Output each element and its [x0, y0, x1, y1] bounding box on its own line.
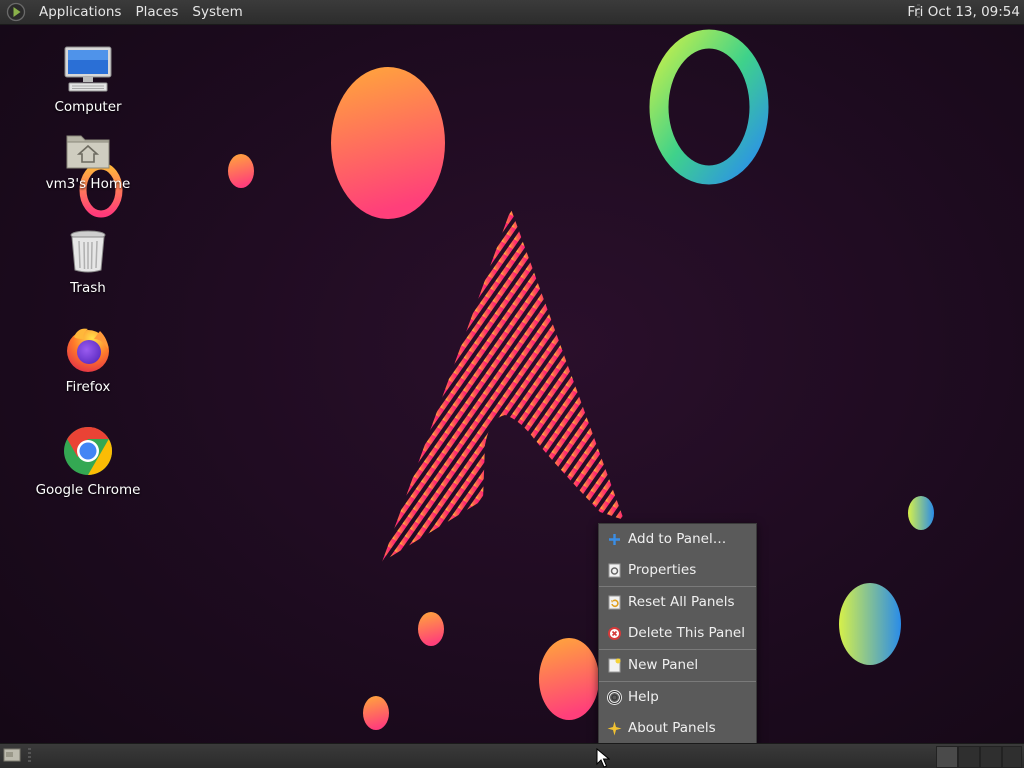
desktop-icon-firefox[interactable]: Firefox — [33, 325, 143, 395]
menu-item-reset-all-panels[interactable]: Reset All Panels — [599, 587, 756, 618]
desktop-icon-trash[interactable]: Trash — [33, 228, 143, 296]
home-label: vm3's Home — [45, 176, 131, 192]
system-menu[interactable]: System — [185, 0, 249, 24]
menu-item-label: Reset All Panels — [628, 594, 735, 610]
chrome-icon — [64, 427, 113, 475]
firefox-icon — [67, 328, 109, 372]
trash-icon — [70, 230, 106, 273]
places-menu[interactable]: Places — [128, 0, 185, 24]
menu-item-new-panel[interactable]: New Panel — [599, 650, 756, 681]
plus-icon — [609, 534, 620, 545]
menu-item-label: Delete This Panel — [628, 625, 745, 641]
menu-item-help[interactable]: Help — [599, 682, 756, 713]
clock[interactable]: Fri Oct 13, 09:54 — [907, 0, 1020, 24]
new-panel-icon — [608, 658, 621, 673]
panel-grip[interactable] — [28, 748, 31, 764]
desktop-icon-computer[interactable]: Computer — [33, 45, 143, 115]
bottom-panel[interactable] — [0, 743, 1024, 768]
help-icon — [607, 690, 622, 705]
show-desktop-icon[interactable] — [3, 747, 21, 763]
main-menu-icon[interactable] — [6, 2, 26, 22]
computer-label: Computer — [54, 99, 122, 115]
menu-item-label: Add to Panel… — [628, 531, 727, 547]
menu-item-properties[interactable]: Properties — [599, 555, 756, 586]
workspace-3[interactable] — [980, 746, 1002, 768]
home-folder-icon — [66, 135, 110, 169]
menu-item-add-to-panel[interactable]: Add to Panel… — [599, 524, 756, 555]
desktop-icon-chrome[interactable]: Google Chrome — [33, 426, 143, 498]
computer-icon — [64, 46, 112, 92]
menu-item-about-panels[interactable]: About Panels — [599, 713, 756, 744]
menu-item-label: Help — [628, 689, 659, 705]
firefox-label: Firefox — [65, 379, 111, 395]
trash-label: Trash — [70, 280, 106, 296]
desktop[interactable]: Applications Places System Fri Oct 13, 0… — [0, 0, 1024, 768]
menu-item-label: New Panel — [628, 657, 699, 673]
about-icon — [607, 721, 622, 736]
reset-icon — [608, 595, 621, 610]
workspace-4[interactable] — [1002, 746, 1022, 768]
workspace-1[interactable] — [936, 746, 958, 768]
panel-context-menu: Add to Panel… Properties Reset All Panel… — [598, 523, 757, 746]
workspace-2[interactable] — [958, 746, 980, 768]
menu-item-label: Properties — [628, 562, 697, 578]
desktop-icon-home[interactable]: vm3's Home — [33, 128, 143, 192]
menu-item-delete-this-panel[interactable]: Delete This Panel — [599, 618, 756, 649]
menu-item-label: About Panels — [628, 720, 716, 736]
top-panel: Applications Places System Fri Oct 13, 0… — [0, 0, 1024, 25]
delete-icon — [608, 627, 621, 640]
applications-menu[interactable]: Applications — [32, 0, 128, 24]
chrome-label: Google Chrome — [35, 482, 141, 498]
properties-icon — [608, 563, 621, 578]
wallpaper-art — [79, 29, 934, 730]
mouse-cursor-icon — [596, 748, 610, 768]
